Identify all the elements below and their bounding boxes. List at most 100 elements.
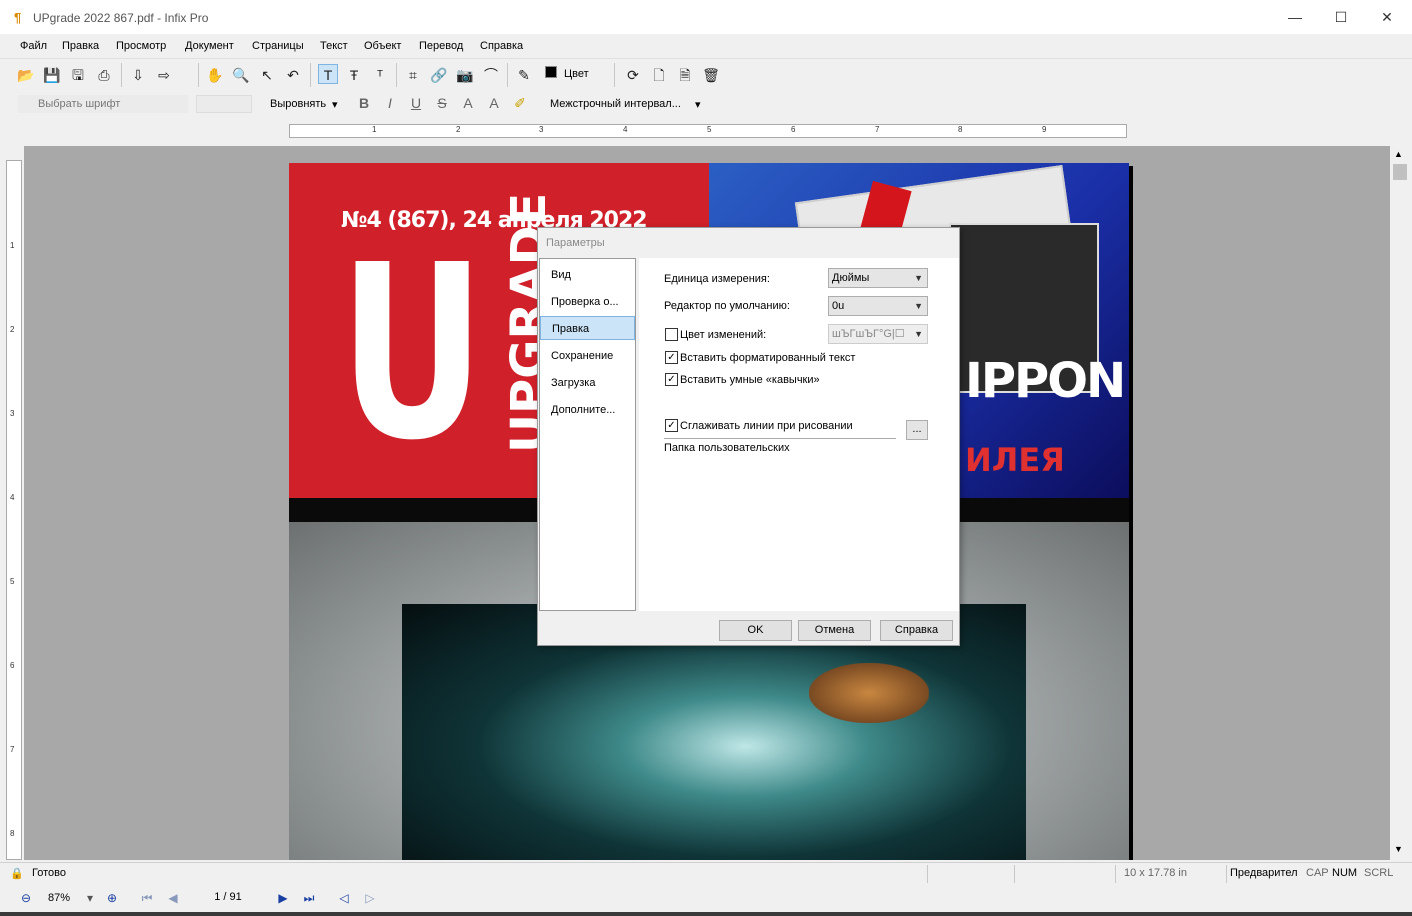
font-select[interactable]: Выбрать шрифт (18, 95, 188, 113)
chevron-down-icon: ▼ (914, 329, 923, 339)
folder-path-field[interactable] (664, 438, 896, 439)
vertical-scrollbar[interactable]: ▲ ▼ (1390, 146, 1410, 860)
menu-view[interactable]: Просмотр (116, 40, 166, 52)
crop-icon[interactable]: ⌗ (403, 65, 423, 85)
cancel-button[interactable]: Отмена (798, 620, 871, 641)
subscript-button[interactable]: A (484, 93, 504, 113)
chevron-down-icon: ▼ (914, 301, 923, 311)
caps-indicator: CAP (1306, 867, 1329, 879)
page-number-field[interactable]: 1 / 91 (198, 891, 258, 903)
change-color-checkbox[interactable] (665, 328, 678, 341)
category-spellcheck[interactable]: Проверка о... (540, 290, 635, 314)
align-chevron-icon[interactable]: ▾ (332, 98, 338, 111)
smooth-lines-checkbox[interactable]: ✓ (665, 419, 678, 432)
zoom-tool-icon[interactable]: 🔍 (231, 65, 251, 85)
chevron-down-icon: ▼ (914, 273, 923, 283)
mode-indicator: Предварител (1230, 867, 1298, 879)
status-text: Готово (32, 867, 66, 879)
scrollbar-thumb[interactable] (1393, 164, 1407, 180)
print-icon[interactable]: ⎙ (94, 65, 114, 85)
menu-text[interactable]: Текст (320, 40, 348, 52)
units-label: Единица измерения: (664, 273, 770, 285)
zoom-out-icon[interactable]: ⊖ (18, 890, 34, 906)
category-list: Вид Проверка о... Правка Сохранение Загр… (539, 258, 636, 611)
color-label[interactable]: Цвет (564, 68, 589, 80)
paste-formatted-checkbox[interactable]: ✓ (665, 351, 678, 364)
change-color-label: Цвет изменений: (680, 329, 767, 341)
text-tool-icon[interactable]: T (318, 64, 338, 84)
zoom-level[interactable]: 87% (40, 890, 78, 907)
dialog-title: Параметры (546, 237, 605, 249)
history-forward-icon[interactable]: ▷ (362, 890, 378, 906)
menu-document[interactable]: Документ (185, 40, 234, 52)
previous-page-icon[interactable]: ◀ (165, 890, 181, 906)
editor-select[interactable]: 0u ▼ (828, 296, 928, 316)
zoom-dropdown-icon[interactable]: ▾ (82, 890, 98, 906)
save-as-icon[interactable]: 🖫 (68, 65, 88, 85)
help-button[interactable]: Справка (880, 620, 953, 641)
export-icon[interactable]: ⇨ (154, 65, 174, 85)
undo-icon[interactable]: ↶ (283, 65, 303, 85)
history-back-icon[interactable]: ◁ (336, 890, 352, 906)
text-box-icon[interactable]: Ŧ (344, 65, 364, 85)
category-advanced[interactable]: Дополните... (540, 398, 635, 422)
path-icon[interactable]: ⌒ (481, 65, 501, 85)
italic-button[interactable]: I (380, 93, 400, 113)
underline-button[interactable]: U (406, 93, 426, 113)
status-bar: 🔒 Готово 10 x 17.78 in Предварител CAP N… (0, 862, 1412, 884)
change-color-select: шЪГшЪГ°G|☐ ▼ (828, 324, 928, 344)
line-spacing-chevron-icon[interactable]: ▾ (695, 98, 701, 111)
num-indicator: NUM (1332, 867, 1358, 879)
category-view[interactable]: Вид (540, 263, 635, 287)
maximize-button[interactable]: ☐ (1318, 0, 1364, 34)
color-swatch[interactable] (545, 66, 557, 78)
last-page-icon[interactable]: ⏭ (301, 890, 317, 906)
horizontal-ruler: 1 2 3 4 5 6 7 8 9 (289, 124, 1127, 138)
text-numbering-icon[interactable]: ᵀ (370, 65, 390, 85)
smooth-lines-label: Сглаживать линии при рисовании (680, 420, 853, 432)
font-size-select[interactable] (196, 95, 252, 113)
browse-button[interactable]: ... (906, 420, 928, 440)
select-arrow-icon[interactable]: ↖ (257, 65, 277, 85)
category-load[interactable]: Загрузка (540, 371, 635, 395)
align-dropdown[interactable]: Выровнять (270, 98, 326, 110)
delete-page-icon[interactable]: 🗑 (701, 65, 721, 85)
close-button[interactable]: ✕ (1364, 0, 1410, 34)
ok-button[interactable]: OK (719, 620, 792, 641)
menu-help[interactable]: Справка (480, 40, 523, 52)
first-page-icon[interactable]: ⏮ (139, 890, 155, 906)
menu-edit[interactable]: Правка (62, 40, 99, 52)
menu-object[interactable]: Объект (364, 40, 401, 52)
smart-quotes-label: Вставить умные «кавычки» (680, 374, 820, 386)
scroll-down-icon[interactable]: ▼ (1394, 844, 1403, 854)
minimize-button[interactable]: — (1272, 0, 1318, 34)
taskbar-strip (0, 912, 1412, 916)
smart-quotes-checkbox[interactable]: ✓ (665, 373, 678, 386)
menu-translate[interactable]: Перевод (419, 40, 463, 52)
units-select[interactable]: Дюймы ▼ (828, 268, 928, 288)
insert-page-icon[interactable]: 🗋 (649, 65, 669, 85)
link-icon[interactable]: 🔗 (429, 65, 449, 85)
zoom-in-icon[interactable]: ⊕ (104, 890, 120, 906)
strikethrough-button[interactable]: S (432, 93, 452, 113)
category-save[interactable]: Сохранение (540, 344, 635, 368)
camera-icon[interactable]: 📷 (455, 65, 475, 85)
import-icon[interactable]: ⇩ (128, 65, 148, 85)
scroll-up-icon[interactable]: ▲ (1394, 149, 1403, 159)
menu-file[interactable]: Файл (20, 40, 47, 52)
bold-button[interactable]: B (354, 93, 374, 113)
highlight-icon[interactable]: ✐ (510, 93, 530, 113)
superscript-button[interactable]: A (458, 93, 478, 113)
menu-pages[interactable]: Страницы (252, 40, 304, 52)
eyedropper-icon[interactable]: ✎ (514, 65, 534, 85)
category-edit[interactable]: Правка (540, 316, 635, 340)
extract-page-icon[interactable]: 🗎 (675, 65, 695, 85)
open-icon[interactable]: 📂 (16, 65, 36, 85)
refresh-page-icon[interactable]: ⟳ (623, 65, 643, 85)
app-icon: ¶ (14, 10, 22, 25)
line-spacing-dropdown[interactable]: Межстрочный интервал... (550, 98, 681, 110)
save-icon[interactable]: 💾 (42, 65, 62, 85)
lock-icon: 🔒 (10, 868, 24, 880)
next-page-icon[interactable]: ▶ (275, 890, 291, 906)
hand-tool-icon[interactable]: ✋ (205, 65, 225, 85)
